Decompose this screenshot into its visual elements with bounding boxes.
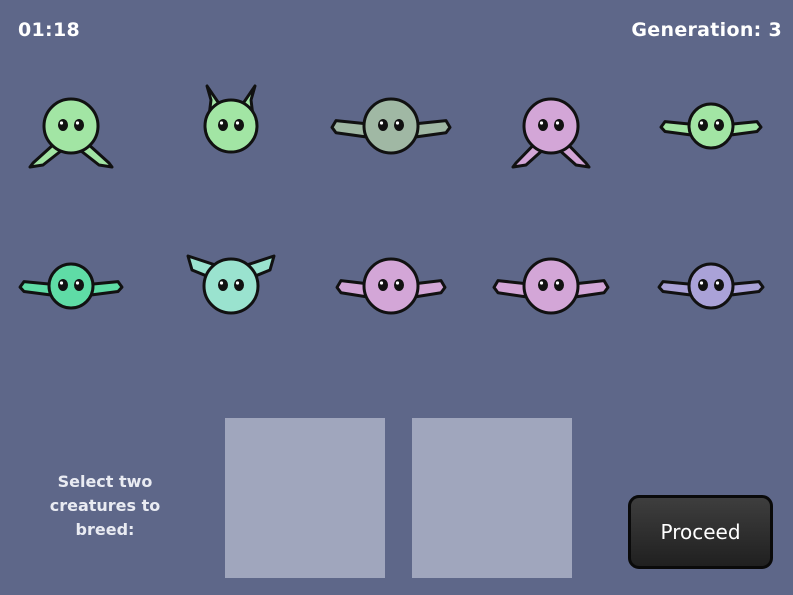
creature-body <box>203 98 259 154</box>
right-eye <box>714 279 724 291</box>
creature-sprite <box>335 257 447 315</box>
creature-body <box>362 257 420 315</box>
creature-2[interactable] <box>161 56 301 196</box>
right-eye <box>74 119 84 131</box>
right-eye <box>234 279 244 291</box>
creature-sprite <box>657 262 765 310</box>
creature-9[interactable] <box>481 216 621 356</box>
left-eye <box>538 279 548 291</box>
left-eye <box>218 279 228 291</box>
generation-counter: Generation: 3 <box>631 19 782 41</box>
creature-4[interactable] <box>481 56 621 196</box>
right-eye <box>394 279 404 291</box>
creature-sprite <box>203 84 259 154</box>
right-eye <box>714 119 724 131</box>
creature-5[interactable] <box>641 56 781 196</box>
right-eye <box>234 119 244 131</box>
left-eye <box>378 119 388 131</box>
left-eye <box>378 279 388 291</box>
timer: 01:18 <box>18 19 80 41</box>
right-eye <box>554 279 564 291</box>
left-eye <box>58 119 68 131</box>
creature-body <box>687 262 735 310</box>
creature-body <box>42 97 100 155</box>
left-eye <box>538 119 548 131</box>
breed-prompt: Select two creatures to breed: <box>49 472 161 539</box>
breeding-slot-2[interactable] <box>412 418 572 578</box>
creature-body <box>522 97 580 155</box>
right-eye <box>74 279 84 291</box>
creature-3[interactable] <box>321 56 461 196</box>
left-eye <box>698 119 708 131</box>
creature-sprite <box>28 97 114 169</box>
left-eye <box>58 279 68 291</box>
left-eye <box>218 119 228 131</box>
creature-body <box>202 257 260 315</box>
creature-sprite <box>18 262 124 310</box>
creature-body <box>687 102 735 150</box>
creature-6[interactable] <box>1 216 141 356</box>
proceed-button[interactable]: Proceed <box>628 495 773 569</box>
creature-10[interactable] <box>641 216 781 356</box>
creature-sprite <box>659 102 763 150</box>
right-eye <box>394 119 404 131</box>
right-eye <box>554 119 564 131</box>
creature-8[interactable] <box>321 216 461 356</box>
breeding-slot-1[interactable] <box>225 418 385 578</box>
creature-7[interactable] <box>161 216 301 356</box>
creature-sprite <box>186 254 276 315</box>
creature-sprite <box>511 97 591 169</box>
creature-body <box>47 262 95 310</box>
creature-sprite <box>330 97 452 155</box>
creature-1[interactable] <box>1 56 141 196</box>
left-eye <box>698 279 708 291</box>
creature-body <box>362 97 420 155</box>
creature-body <box>522 257 580 315</box>
creature-sprite <box>492 257 610 315</box>
